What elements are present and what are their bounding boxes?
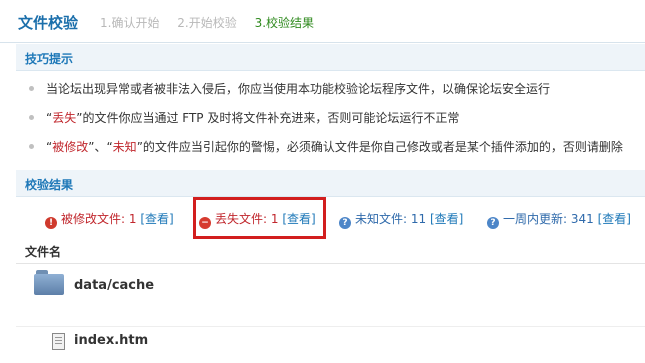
modified-files-count: ! 被修改文件: 1 [查看] [45, 210, 174, 229]
question-icon: ? [339, 217, 351, 229]
results-section-header: 校验结果 [16, 170, 645, 197]
file-name: index.htm [74, 333, 149, 348]
bullet-icon [29, 86, 34, 91]
tip-item: 当论坛出现异常或者被非法入侵后，你应当使用本功能校验论坛程序文件，以确保论坛安全… [16, 76, 645, 105]
tip-text: ”的文件你应当通过 FTP 及时将文件补充进来，否则可能论坛运行不正常 [76, 111, 460, 125]
unknown-count: 11 [410, 212, 427, 226]
bullet-icon [29, 144, 34, 149]
file-row-folder[interactable]: data/cache [16, 264, 645, 327]
tips-list: 当论坛出现异常或者被非法入侵后，你应当使用本功能校验论坛程序文件，以确保论坛安全… [16, 76, 645, 163]
view-recent-link[interactable]: [查看] [598, 212, 631, 226]
tip-keyword-unknown: 未知 [112, 140, 137, 154]
page-header: 文件校验 1.确认开始 2.开始校验 3.校验结果 [0, 0, 645, 43]
modified-label: 被修改文件: [61, 212, 126, 226]
recent-count: 341 [570, 212, 594, 226]
step-breadcrumb: 1.确认开始 2.开始校验 3.校验结果 [100, 14, 328, 31]
folder-icon [34, 270, 66, 296]
results-heading: 校验结果 [25, 178, 74, 192]
file-name: data/cache [74, 278, 155, 293]
step-result: 3.校验结果 [254, 16, 315, 30]
tip-keyword-modified: 被修改 [52, 140, 89, 154]
tip-text: ”的文件应当引起你的警惕，必须确认文件是你自己修改或者是某个插件添加的，否则请删… [136, 140, 623, 154]
file-icon [52, 333, 65, 350]
file-row-file[interactable]: index.htm [16, 327, 645, 363]
recent-updates-count: ? 一周内更新: 341 [查看] [487, 210, 631, 229]
tips-heading: 技巧提示 [25, 52, 74, 66]
tip-keyword-missing: 丢失 [52, 111, 77, 125]
page-title: 文件校验 [18, 14, 79, 32]
tip-item: “被修改”、“未知”的文件应当引起你的警惕，必须确认文件是你自己修改或者是某个插… [16, 134, 645, 163]
view-modified-link[interactable]: [查看] [140, 212, 173, 226]
tip-text: 当论坛出现异常或者被非法入侵后，你应当使用本功能校验论坛程序文件，以确保论坛安全… [46, 82, 551, 96]
tip-item: “丢失”的文件你应当通过 FTP 及时将文件补充进来，否则可能论坛运行不正常 [16, 105, 645, 134]
step-confirm: 1.确认开始 [100, 16, 160, 30]
unknown-label: 未知文件: [355, 212, 408, 226]
bullet-icon [29, 115, 34, 120]
filename-column-header: 文件名 [25, 245, 62, 259]
recent-label: 一周内更新: [503, 212, 568, 226]
error-icon: ! [45, 217, 57, 229]
tip-text: ”、“ [88, 140, 113, 154]
result-counts: ! 被修改文件: 1 [查看] − 丢失文件: 1 [查看] ? 未知文件: 11 [… [16, 206, 645, 232]
highlight-annotation [193, 197, 326, 239]
view-unknown-link[interactable]: [查看] [430, 212, 463, 226]
question-icon: ? [487, 217, 499, 229]
step-start: 2.开始校验 [177, 16, 237, 30]
tips-section-header: 技巧提示 [16, 44, 645, 71]
file-list-header: 文件名 [16, 237, 645, 264]
unknown-files-count: ? 未知文件: 11 [查看] [339, 210, 463, 229]
modified-count: 1 [128, 212, 137, 226]
